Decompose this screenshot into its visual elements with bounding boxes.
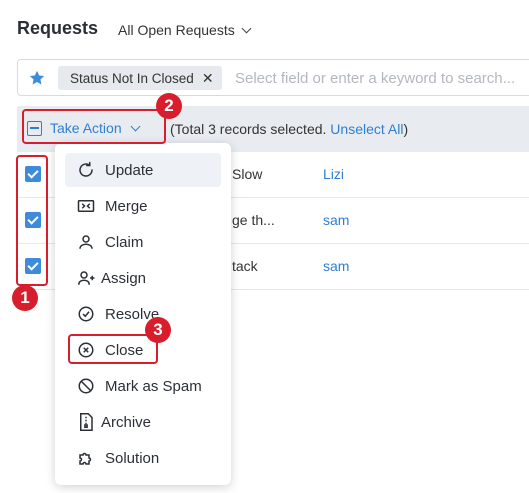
filter-chip-label: Status Not In Closed: [70, 70, 194, 86]
page-title: Requests: [17, 18, 99, 38]
view-selector[interactable]: All Open Requests: [118, 22, 252, 38]
take-action-menu: Update Merge Claim Assign Resolve Close …: [55, 143, 231, 485]
row-requester[interactable]: sam: [323, 258, 349, 274]
row-subject[interactable]: ge th...: [232, 212, 275, 228]
merge-icon: [77, 200, 95, 212]
refresh-icon: [79, 161, 93, 177]
menu-item-claim[interactable]: Claim: [65, 225, 221, 259]
menu-item-assign[interactable]: Assign: [65, 261, 221, 295]
menu-item-label: Merge: [105, 197, 148, 215]
selection-info: (Total 3 records selected. Unselect All): [170, 121, 408, 137]
menu-item-merge[interactable]: Merge: [65, 189, 221, 223]
unselect-all-link[interactable]: Unselect All: [330, 121, 403, 137]
search-input[interactable]: [235, 67, 529, 89]
highlight-checkboxes: [16, 155, 48, 286]
step-badge-2: 2: [156, 93, 182, 119]
menu-item-label: Update: [105, 161, 154, 179]
view-selector-label: All Open Requests: [118, 22, 235, 38]
user-icon: [79, 235, 93, 249]
menu-item-resolve[interactable]: Resolve: [65, 297, 221, 331]
menu-item-label: Solution: [105, 449, 160, 467]
close-icon[interactable]: ✕: [202, 70, 214, 87]
menu-item-mark-as-spam[interactable]: Mark as Spam: [65, 369, 221, 403]
menu-item-update[interactable]: Update: [65, 153, 221, 187]
selection-suffix-text: ): [403, 121, 409, 137]
row-requester[interactable]: sam: [323, 212, 349, 228]
highlight-take-action: [22, 109, 166, 144]
step-badge-3: 3: [145, 317, 171, 343]
menu-item-archive[interactable]: Archive: [65, 405, 221, 439]
row-subject[interactable]: Slow: [232, 166, 262, 182]
row-requester[interactable]: Lizi: [323, 166, 344, 182]
step-badge-1: 1: [12, 285, 38, 311]
star-icon[interactable]: [28, 69, 46, 87]
puzzle-icon: [79, 452, 92, 465]
chevron-down-icon: [241, 23, 252, 33]
menu-item-solution[interactable]: Solution: [65, 441, 221, 475]
menu-item-label: Claim: [105, 233, 144, 251]
menu-item-label: Mark as Spam: [105, 377, 202, 395]
check-circle-icon: [78, 306, 94, 322]
selection-count-text: (Total 3 records selected.: [170, 121, 331, 137]
filter-bar: Status Not In Closed ✕: [17, 59, 529, 96]
user-plus-icon: [78, 271, 95, 285]
filter-chip[interactable]: Status Not In Closed ✕: [58, 66, 222, 90]
menu-item-label: Archive: [101, 413, 152, 431]
ban-icon: [78, 378, 94, 394]
archive-file-icon: [80, 413, 93, 431]
highlight-close: [68, 334, 158, 364]
requests-page: Requests All Open Requests Status Not In…: [0, 0, 529, 493]
menu-item-label: Assign: [101, 269, 147, 287]
row-subject[interactable]: tack: [232, 258, 258, 274]
